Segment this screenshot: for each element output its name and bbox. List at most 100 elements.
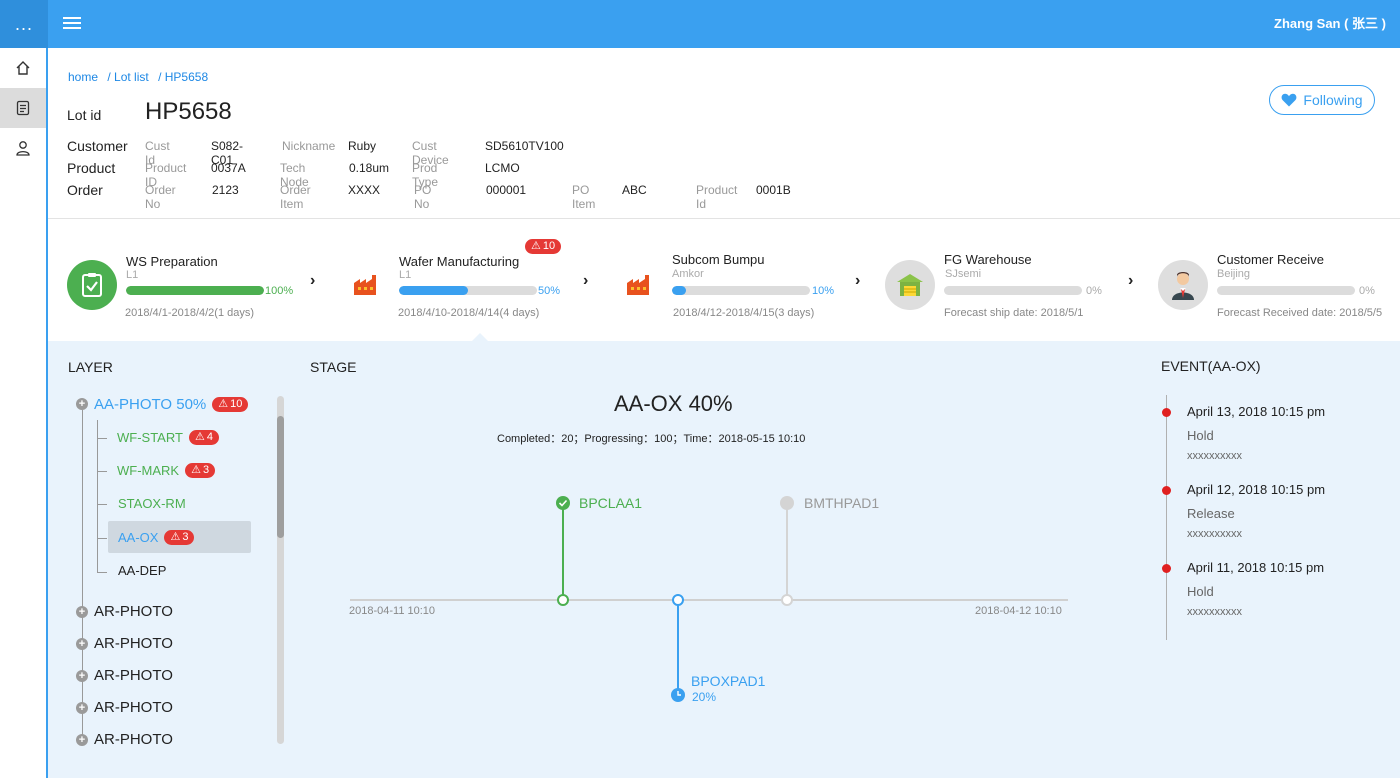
tree-line (97, 471, 107, 472)
node-anchor-bmthpad1 (781, 594, 793, 606)
breadcrumb-home[interactable]: home (68, 70, 98, 84)
layer-ar-photo[interactable]: AR-PHOTO (94, 731, 173, 748)
scrollbar-thumb[interactable] (277, 416, 284, 538)
stage-title: STAGE (310, 359, 357, 375)
hamburger-menu-icon[interactable] (63, 14, 81, 32)
product-label: Product (67, 160, 116, 176)
progress-fill (672, 286, 686, 295)
order-item-value: XXXX (348, 183, 381, 197)
progress-bar (126, 286, 264, 295)
expand-icon[interactable]: + (76, 398, 88, 410)
po-item-key: PO Item (572, 183, 596, 211)
alert-count: 10 (542, 240, 556, 252)
alert-badge: ⚠ 3 (185, 463, 216, 478)
layer-ar-photo[interactable]: AR-PHOTO (94, 699, 173, 716)
layer-label: AR-PHOTO (94, 667, 173, 684)
layer-ar-photo[interactable]: AR-PHOTO (94, 603, 173, 620)
following-button[interactable]: Following (1269, 85, 1375, 115)
tree-line (97, 438, 107, 439)
customer-label: Customer (67, 138, 128, 154)
alert-count: 10 (230, 398, 243, 410)
expand-icon[interactable]: + (76, 670, 88, 682)
breadcrumb-lot-list[interactable]: / Lot list (107, 70, 148, 84)
heart-icon (1282, 93, 1297, 107)
chevron-right-icon: › (583, 272, 589, 289)
layer-label: AR-PHOTO (94, 635, 173, 652)
progress-pct: 0% (1086, 285, 1102, 297)
lot-id-label: Lot id (67, 107, 102, 123)
alert-badge: ⚠ 3 (164, 529, 195, 545)
order-no-key: Order No (145, 183, 176, 211)
step-title: FG Warehouse (944, 252, 1032, 267)
user-icon[interactable] (0, 128, 46, 168)
factory-icon (613, 260, 663, 310)
expand-icon[interactable]: + (76, 638, 88, 650)
event-status: Hold (1187, 584, 1214, 599)
cust-device-value: SD5610TV100 (485, 139, 564, 153)
node-pct-bpoxpad1: 20% (692, 690, 717, 704)
alert-count: 3 (182, 530, 189, 543)
expand-icon[interactable]: + (76, 702, 88, 714)
panel-caret (471, 333, 489, 342)
document-icon[interactable] (0, 88, 46, 128)
layer-child-wf-start[interactable]: WF-START ⚠ 4 (117, 430, 219, 445)
event-date: April 11, 2018 10:15 pm (1187, 560, 1325, 575)
layer-child-wf-mark[interactable]: WF-MARK ⚠ 3 (117, 463, 216, 478)
product-id-value: 0037A (211, 161, 246, 175)
chevron-right-icon: › (1128, 272, 1134, 289)
layer-child-label: AA-DEP (118, 563, 167, 578)
expand-icon[interactable]: + (76, 606, 88, 618)
alert-badge: ⚠ 10 (525, 236, 562, 254)
node-anchor-bpoxpad1 (672, 594, 684, 606)
progress-bar (672, 286, 810, 295)
po-no-key: PO No (414, 183, 432, 211)
layer-child-label: AA-OX (118, 529, 159, 545)
step-date: Forecast ship date: 2018/5/1 (944, 307, 1084, 319)
check-icon (556, 496, 570, 510)
step-sub: L1 (399, 269, 412, 281)
event-desc: xxxxxxxxxx (1187, 450, 1242, 462)
progress-bar (944, 286, 1082, 295)
tree-line (97, 572, 107, 573)
layer-child-aa-dep[interactable]: AA-DEP (118, 563, 166, 578)
step-sub: Beijing (1217, 268, 1251, 280)
page-title: HP5658 (145, 98, 232, 125)
po-item-value: ABC (622, 183, 647, 197)
following-label: Following (1303, 92, 1363, 108)
timeline-start: 2018-04-11 10:10 (349, 605, 436, 617)
layer-ar-photo[interactable]: AR-PHOTO (94, 635, 173, 652)
progress-bar (1217, 286, 1355, 295)
tree-line (97, 538, 107, 539)
expand-icon[interactable]: + (76, 734, 88, 746)
breadcrumb-current[interactable]: / HP5658 (158, 70, 208, 84)
home-icon[interactable] (0, 48, 46, 88)
factory-icon (340, 260, 390, 310)
prod-type-value: LCMO (485, 161, 520, 175)
layer-label: AR-PHOTO (94, 699, 173, 716)
step-date: 2018/4/1-2018/4/2(1 days) (125, 307, 255, 319)
layer-label: AR-PHOTO (94, 603, 173, 620)
nickname-value: Ruby (348, 139, 377, 153)
step-sub: SJsemi (945, 268, 982, 280)
product-id-key-2: Product Id (696, 183, 738, 211)
node-label-bpclaa1[interactable]: BPCLAA1 (579, 495, 642, 511)
progress-pct: 100% (265, 285, 294, 297)
step-title: Wafer Manufacturing (399, 254, 520, 269)
layer-ar-photo[interactable]: AR-PHOTO (94, 667, 173, 684)
step-date: 2018/4/10-2018/4/14(4 days) (398, 307, 540, 319)
breadcrumb: home / Lot list / HP5658 (68, 70, 214, 84)
nickname-key: Nickname (282, 139, 336, 153)
tech-node-value: 0.18um (349, 161, 390, 175)
layer-child-label: WF-START (117, 430, 183, 445)
user-name[interactable]: Zhang San ( 张三 ) (1274, 0, 1386, 48)
node-label-bpoxpad1[interactable]: BPOXPAD1 (691, 673, 765, 689)
layer-child-staox-rm[interactable]: STAOX-RM (118, 496, 186, 511)
layer-root[interactable]: AA-PHOTO 50% ⚠ 10 (94, 396, 249, 413)
event-dot (1162, 564, 1171, 573)
step-sub: L1 (126, 269, 139, 281)
progress-pct: 10% (812, 285, 835, 297)
event-date: April 12, 2018 10:15 pm (1187, 482, 1326, 497)
node-label-bmthpad1[interactable]: BMTHPAD1 (804, 495, 879, 511)
app-menu-dots[interactable]: ... (0, 0, 48, 48)
layer-child-aa-ox[interactable]: AA-OX ⚠ 3 (108, 521, 251, 553)
